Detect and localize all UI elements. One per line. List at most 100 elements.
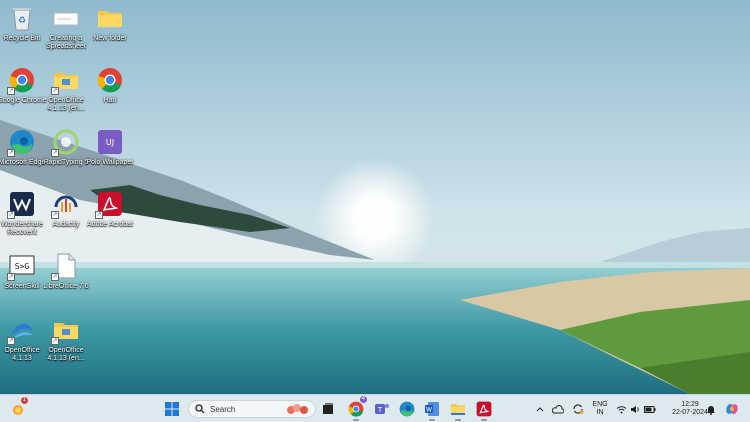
- edge-icon: ↗: [7, 128, 36, 157]
- shortcut-arrow-icon: ↗: [51, 87, 59, 95]
- taskbar-file-explorer-button[interactable]: [448, 399, 468, 421]
- tray-onedrive-button[interactable]: [550, 399, 566, 419]
- desktop-icon-screenskill[interactable]: S>G ↗ ScreenSkill: [0, 252, 44, 291]
- weather-widget-button[interactable]: 1: [8, 397, 28, 419]
- desktop-icon-polo-wallpaper[interactable]: UJ Polo Wallpaper: [86, 128, 134, 167]
- task-view-icon: [323, 403, 333, 414]
- desktop-icon-label: Polo Wallpaper: [86, 159, 134, 166]
- clock-time: 12:29: [681, 401, 699, 408]
- clock-date: 22-07-2024: [672, 409, 708, 416]
- desktop-icon-audacity[interactable]: ↗ Audacity: [44, 190, 88, 229]
- libreoffice-icon: ↗: [51, 252, 80, 281]
- taskbar-chrome-button[interactable]: 4: [346, 396, 367, 421]
- desktop-icon-label: Creating a Spreadsheet: [46, 35, 86, 50]
- chevron-up-icon: [536, 407, 544, 412]
- quick-settings-button[interactable]: [614, 399, 658, 419]
- shortcut-arrow-icon: ↗: [7, 337, 15, 345]
- svg-text:♻: ♻: [18, 15, 26, 25]
- desktop-icon-openoffice[interactable]: ↗ OpenOffice 4.1.13: [0, 316, 44, 363]
- folder-icon: ↗: [51, 316, 80, 345]
- clock[interactable]: 12:29 22-07-2024: [672, 401, 708, 417]
- svg-text:UJ: UJ: [106, 138, 114, 147]
- document-icon: [52, 4, 80, 32]
- running-indicator: [481, 419, 487, 421]
- task-view-button[interactable]: [318, 399, 338, 419]
- search-highlight-icon: [287, 404, 308, 414]
- show-hidden-icons-button[interactable]: [532, 399, 548, 419]
- bell-icon: [707, 405, 715, 415]
- folder-icon: ↗: [51, 66, 80, 95]
- start-button[interactable]: [162, 399, 182, 419]
- chrome-icon: ↗: [7, 66, 36, 95]
- language-code: ENG: [592, 401, 608, 408]
- word-icon: W: [425, 402, 439, 416]
- desktop-icon-label: Adobe Acrobat: [87, 221, 133, 228]
- shortcut-arrow-icon: ↗: [51, 149, 59, 157]
- desktop-icon-label: RapidTyping 5: [43, 159, 89, 166]
- taskbar-search-box[interactable]: Search: [188, 400, 316, 418]
- cloud-icon: [552, 404, 564, 413]
- desktop-icon-label: Recycle Bin: [3, 35, 41, 42]
- rapidtyping-icon: ↗: [51, 128, 80, 157]
- search-placeholder: Search: [210, 404, 236, 414]
- desktop-icon-wondershare-recoverit[interactable]: ↗ Wondershare Recoverit: [0, 190, 44, 237]
- shortcut-arrow-icon: ↗: [95, 211, 103, 219]
- file-explorer-icon: [451, 404, 465, 415]
- shortcut-arrow-icon: ↗: [7, 149, 15, 157]
- edge-icon: [399, 401, 415, 417]
- sync-icon: [573, 404, 584, 414]
- desktop-icon-openoffice-folder-2[interactable]: ↗ OpenOffice 4.1.13 (en...: [44, 316, 88, 363]
- shortcut-arrow-icon: ↗: [51, 211, 59, 219]
- desktop-icon-creating-a-spreadsheet[interactable]: Creating a Spreadsheet: [44, 4, 88, 51]
- recoverit-icon: ↗: [7, 190, 36, 219]
- notifications-button[interactable]: [704, 399, 718, 419]
- audacity-icon: ↗: [51, 190, 80, 219]
- taskbar-teams-button[interactable]: T: [372, 399, 392, 419]
- desktop-icon-label: OpenOffice 4.1.13 (en...: [47, 97, 85, 112]
- taskbar-acrobat-button[interactable]: [474, 399, 494, 421]
- desktop-icon-label: OpenOffice 4.1.13: [4, 347, 40, 362]
- shortcut-arrow-icon: ↗: [51, 273, 59, 281]
- language-indicator[interactable]: ENG IN: [590, 401, 610, 417]
- desktop-icon-microsoft-edge[interactable]: ↗ Microsoft Edge: [0, 128, 45, 167]
- acrobat-icon: [476, 401, 492, 417]
- desktop-icon-openoffice-folder[interactable]: ↗ OpenOffice 4.1.13 (en...: [44, 66, 88, 113]
- desktop-icon-label: OpenOffice 4.1.13 (en...: [47, 347, 85, 362]
- copilot-icon: [726, 403, 738, 415]
- folder-icon: [96, 4, 124, 32]
- desktop-icon-new-folder[interactable]: New folder: [88, 4, 132, 43]
- desktop-icon-rapidtyping[interactable]: ↗ RapidTyping 5: [44, 128, 88, 167]
- windows-logo-icon: [165, 402, 179, 416]
- taskbar-edge-button[interactable]: [397, 399, 417, 419]
- shortcut-arrow-icon: ↗: [7, 273, 15, 281]
- desktop-icon-recycle-bin[interactable]: ♻ Recycle Bin: [0, 4, 44, 43]
- desktop-icon-label: Hari: [103, 97, 117, 104]
- shortcut-arrow-icon: ↗: [7, 87, 15, 95]
- chrome-notification-badge: 4: [359, 396, 367, 403]
- teams-icon: T: [375, 404, 389, 414]
- shortcut-arrow-icon: ↗: [7, 211, 15, 219]
- copilot-button[interactable]: [722, 399, 742, 419]
- recycle-bin-icon: ♻: [8, 4, 36, 32]
- search-icon: [195, 404, 205, 414]
- wifi-icon: [616, 405, 627, 413]
- tray-sync-button[interactable]: [570, 399, 586, 419]
- desktop-icon-libreoffice[interactable]: ↗ LibreOffice 7.6: [43, 252, 89, 291]
- running-indicator: [353, 419, 359, 421]
- desktop-icon-label: LibreOffice 7.6: [43, 283, 89, 290]
- desktop-icon-label: Audacity: [52, 221, 80, 228]
- battery-icon: [644, 405, 656, 413]
- desktop-icon-label: Wondershare Recoverit: [1, 221, 43, 236]
- taskbar: 1 Search 4 T W ENG IN 12:29 22-07-2024: [0, 394, 750, 422]
- weather-badge: 1: [20, 397, 28, 404]
- desktop-icon-hari[interactable]: Hari: [88, 66, 132, 105]
- desktop-icon-adobe-acrobat[interactable]: ↗ Adobe Acrobat: [87, 190, 133, 229]
- svg-text:W: W: [426, 407, 432, 414]
- svg-text:S>G: S>G: [15, 262, 30, 271]
- region-code: IN: [596, 409, 604, 416]
- desktop-icon-google-chrome[interactable]: ↗ Google Chrome: [0, 66, 47, 105]
- shortcut-arrow-icon: ↗: [51, 337, 59, 345]
- taskbar-word-button[interactable]: W: [422, 399, 442, 421]
- screenskill-icon: S>G ↗: [7, 252, 36, 281]
- openoffice-icon: ↗: [7, 316, 36, 345]
